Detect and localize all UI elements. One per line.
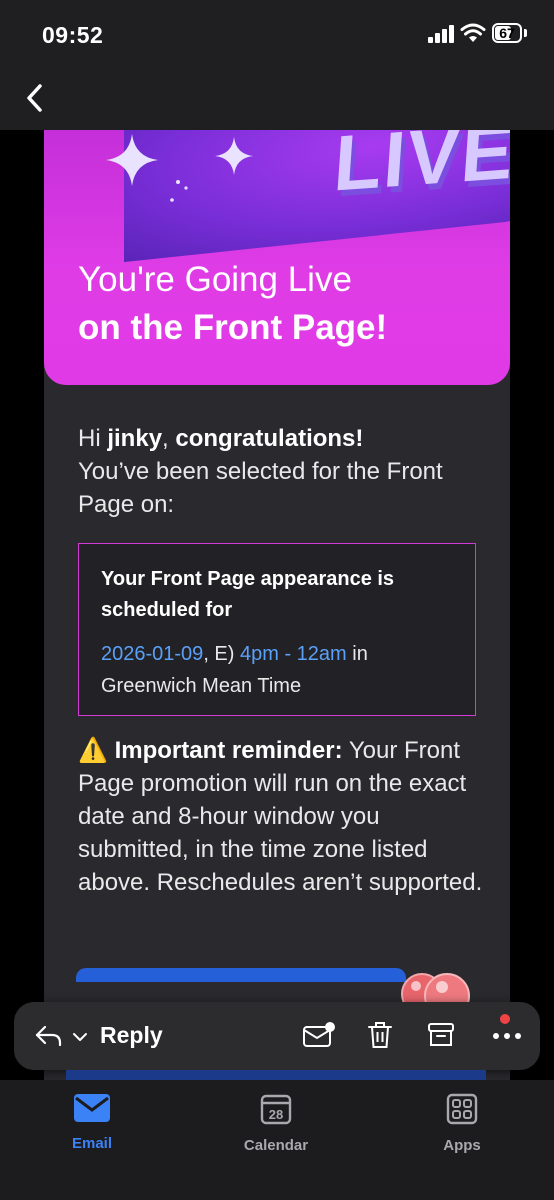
more-icon[interactable]: [492, 1032, 522, 1040]
schedule-time-link[interactable]: 4pm - 12am: [240, 643, 347, 665]
delete-icon[interactable]: [366, 1020, 394, 1050]
recipient-name: jinky: [107, 425, 163, 452]
tab-calendar-label: Calendar: [243, 1137, 309, 1154]
reply-button[interactable]: Reply: [100, 1022, 163, 1049]
notification-dot: [500, 1014, 510, 1024]
congrats-text: congratulations!: [175, 425, 364, 452]
wifi-icon: [460, 23, 486, 42]
selected-text: You’ve been selected for the Front Page …: [78, 458, 443, 518]
cta-button-edge[interactable]: [76, 968, 406, 982]
tab-apps-label: Apps: [443, 1137, 481, 1154]
hero-title: You're Going Live on the Front Page!: [78, 256, 387, 352]
calendar-icon: 28: [260, 1094, 292, 1125]
tab-calendar[interactable]: 28 Calendar: [216, 1092, 336, 1154]
archive-icon[interactable]: [426, 1020, 456, 1050]
tab-email-label: Email: [71, 1135, 113, 1152]
hero-title-line1: You're Going Live: [78, 260, 352, 299]
battery-level: 67: [499, 25, 515, 41]
nav-bar: [0, 66, 554, 130]
schedule-box: Your Front Page appearance is scheduled …: [78, 543, 476, 716]
live-graphic-text: LIVE: [331, 130, 510, 208]
schedule-details: 2026-01-09, E) 4pm - 12am in Greenwich M…: [101, 643, 368, 697]
greeting-paragraph: Hi jinky, congratulations! You’ve been s…: [78, 425, 443, 518]
sparkle-dots: [170, 180, 188, 202]
schedule-heading: Your Front Page appearance is scheduled …: [101, 568, 395, 621]
content-behind-strip: [66, 1070, 486, 1080]
mark-unread-icon[interactable]: [302, 1021, 336, 1049]
sparkle-icon: [215, 137, 253, 175]
status-time: 09:52: [42, 22, 104, 48]
tab-email[interactable]: Email: [32, 1092, 152, 1152]
chevron-left-icon[interactable]: [20, 80, 50, 116]
sparkle-icon: [106, 134, 158, 186]
reply-toolbar: Reply: [14, 1002, 540, 1070]
reminder-label: Important reminder:: [114, 737, 343, 764]
battery-icon: 67: [492, 23, 522, 43]
hero-banner: LIVE You're Going Live on the Front Page…: [44, 130, 510, 385]
tab-bar: Email 28 Calendar Apps: [0, 1080, 554, 1200]
tab-apps[interactable]: Apps: [402, 1092, 522, 1154]
svg-text:28: 28: [269, 1107, 283, 1122]
battery-cap: [524, 29, 527, 37]
email-icon: [74, 1094, 110, 1122]
chevron-down-icon[interactable]: [72, 1032, 88, 1042]
reply-icon[interactable]: [34, 1024, 64, 1048]
apps-icon: [446, 1093, 478, 1125]
hero-title-line2: on the Front Page!: [78, 308, 388, 347]
schedule-date-link[interactable]: 2026-01-09: [101, 643, 203, 665]
reminder-paragraph: ⚠️ Important reminder: Your Front Page p…: [78, 734, 483, 899]
warning-icon: ⚠️: [78, 737, 108, 764]
signal-icon: [428, 25, 456, 43]
status-bar: 09:52 67: [0, 0, 554, 66]
